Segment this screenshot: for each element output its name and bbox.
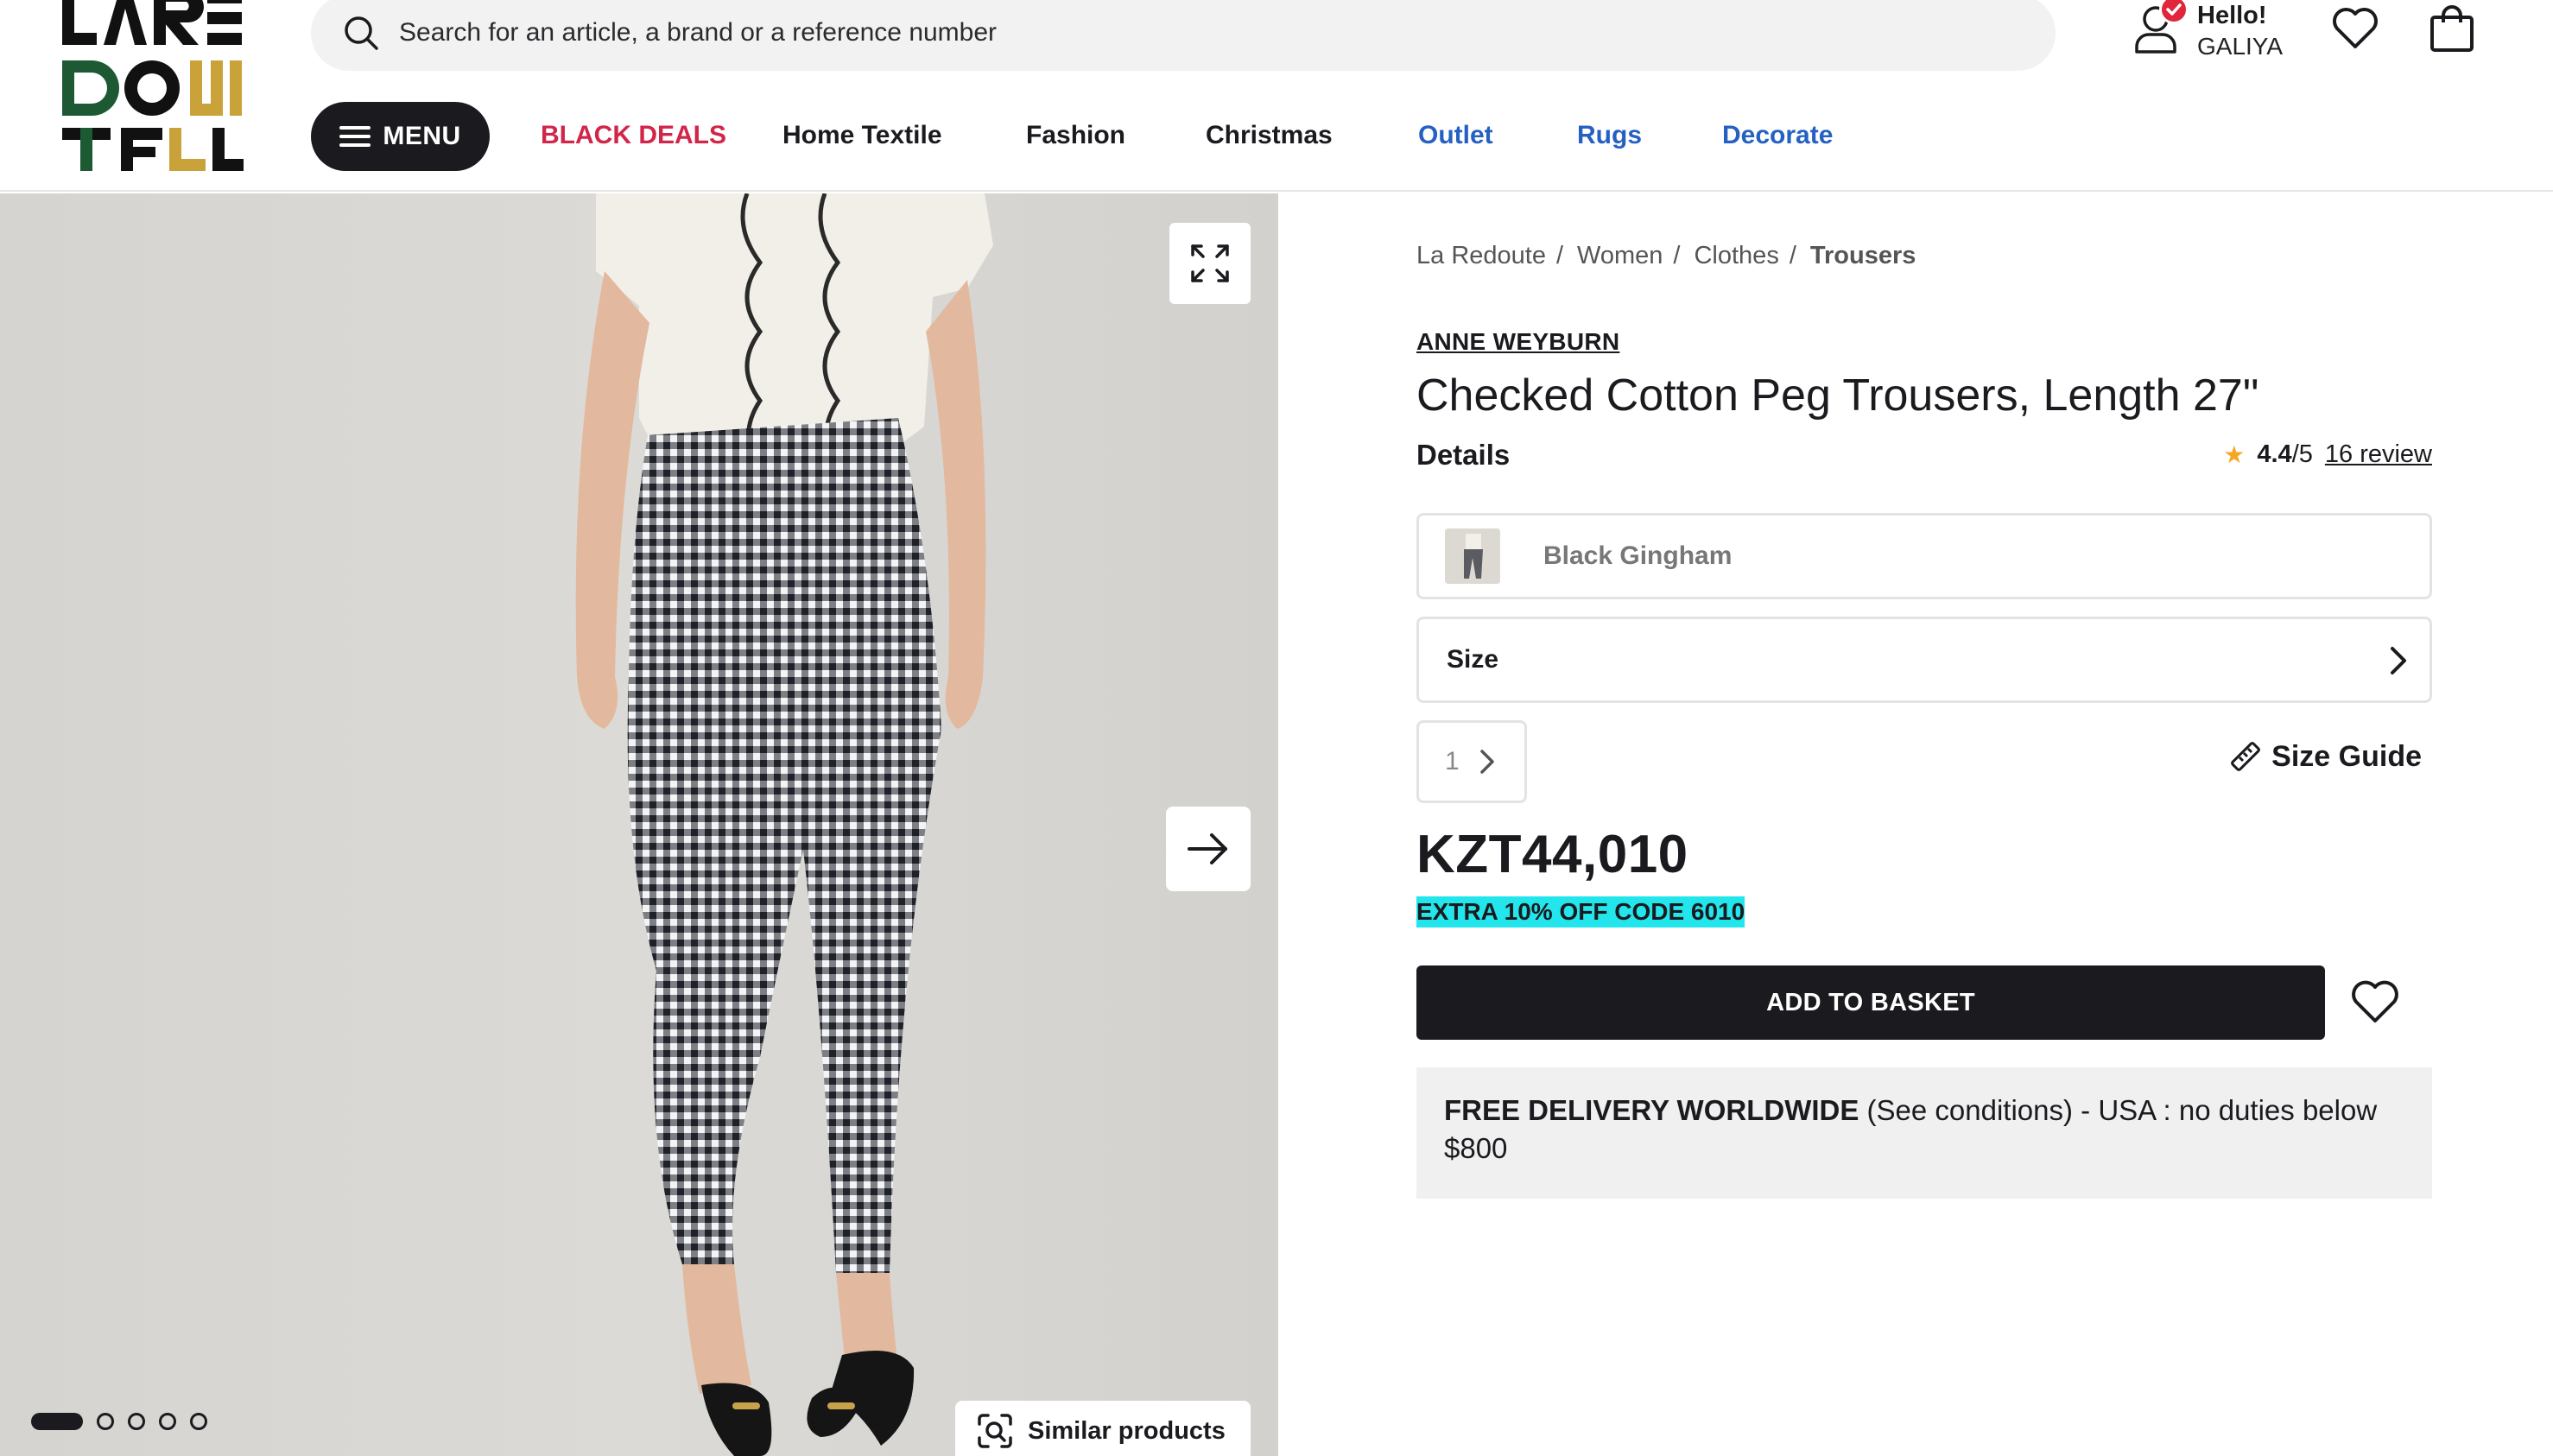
gallery-pagination <box>31 1411 221 1432</box>
search-icon <box>345 16 378 50</box>
arrow-right-icon <box>1188 833 1227 864</box>
rating-score: 4.4 <box>2257 440 2292 468</box>
visual-search-icon <box>978 1414 1012 1448</box>
next-image-button[interactable] <box>1166 807 1251 891</box>
menu-button[interactable]: MENU <box>311 102 490 171</box>
heart-icon[interactable] <box>2332 7 2379 50</box>
product-gallery[interactable]: Similar products <box>0 193 1278 1456</box>
search-bar[interactable] <box>311 0 2056 71</box>
shopping-bag-icon[interactable] <box>2429 5 2475 52</box>
check-badge-icon <box>2159 0 2189 24</box>
similar-products-label: Similar products <box>1028 1416 1226 1445</box>
pagination-dot-active[interactable] <box>31 1413 83 1430</box>
search-input[interactable] <box>399 18 1954 47</box>
expand-icon <box>1191 244 1229 282</box>
site-header: Hello! GALIYA MENU BLACK DEALS Home Text… <box>0 0 2553 192</box>
main-nav: MENU BLACK DEALS Home Textile Fashion Ch… <box>311 102 1833 171</box>
account-name: GALIYA <box>2197 33 2284 60</box>
product-price: KZT44,010 <box>1416 825 1688 884</box>
breadcrumb-current: Trousers <box>1809 242 1916 269</box>
pagination-dot[interactable] <box>190 1413 207 1430</box>
chevron-right-icon <box>2391 647 2406 674</box>
pagination-dot[interactable] <box>97 1413 114 1430</box>
delivery-headline: FREE DELIVERY WORLDWIDE <box>1444 1094 1859 1126</box>
breadcrumb-item[interactable]: La Redoute <box>1416 242 1546 270</box>
rating-scale: /5 <box>2291 440 2313 468</box>
ruler-icon <box>2231 742 2261 771</box>
la-redoute-logo[interactable] <box>59 0 244 171</box>
size-label: Size <box>1447 645 1499 674</box>
user-icon <box>2133 0 2189 55</box>
pagination-dot[interactable] <box>159 1413 176 1430</box>
color-selector[interactable]: Black Gingham <box>1416 513 2432 599</box>
breadcrumb-item[interactable]: Clothes <box>1694 242 1778 270</box>
nav-link-decorate[interactable]: Decorate <box>1722 121 1833 150</box>
product-title: Checked Cotton Peg Trousers, Length 27" <box>1416 370 2259 421</box>
size-guide-label: Size Guide <box>2271 739 2422 773</box>
delivery-info: FREE DELIVERY WORLDWIDE (See conditions)… <box>1416 1067 2432 1199</box>
account-greeting: Hello! <box>2197 2 2267 29</box>
breadcrumb: La Redoute / Women / Clothes / Trousers <box>1416 242 1916 270</box>
quantity-stepper[interactable]: 1 <box>1416 720 1527 803</box>
reviews-link[interactable]: 16 review <box>2325 440 2432 469</box>
star-icon: ★ <box>2223 441 2246 468</box>
nav-link-home-textile[interactable]: Home Textile <box>782 121 942 150</box>
add-to-basket-button[interactable]: ADD TO BASKET <box>1416 965 2325 1040</box>
product-photo <box>0 193 1278 1456</box>
fullscreen-button[interactable] <box>1169 223 1251 304</box>
nav-link-fashion[interactable]: Fashion <box>1026 121 1125 150</box>
color-swatch-thumbnail <box>1445 529 1500 584</box>
nav-link-rugs[interactable]: Rugs <box>1577 121 1642 150</box>
similar-products-button[interactable]: Similar products <box>955 1401 1251 1456</box>
size-guide-link[interactable]: Size Guide <box>2228 739 2422 774</box>
menu-label: MENU <box>383 122 461 150</box>
nav-link-outlet[interactable]: Outlet <box>1418 121 1493 150</box>
nav-link-christmas[interactable]: Christmas <box>1206 121 1333 150</box>
heart-icon[interactable] <box>2349 976 2401 1028</box>
chevron-right-icon <box>1479 750 1494 774</box>
size-selector[interactable]: Size <box>1416 617 2432 703</box>
pagination-dot[interactable] <box>128 1413 145 1430</box>
nav-link-black-deals[interactable]: BLACK DEALS <box>541 121 726 150</box>
account-menu[interactable]: Hello! GALIYA <box>2133 0 2283 69</box>
promo-code-banner: EXTRA 10% OFF CODE 6010 <box>1416 896 1745 927</box>
brand-link[interactable]: ANNE WEYBURN <box>1416 328 1619 356</box>
details-link[interactable]: Details <box>1416 439 1510 472</box>
breadcrumb-item[interactable]: Women <box>1577 242 1663 270</box>
quantity-value: 1 <box>1445 747 1460 775</box>
color-value: Black Gingham <box>1543 541 1733 570</box>
hamburger-icon <box>339 126 371 147</box>
product-rating[interactable]: ★ 4.4 /5 16 review <box>2223 440 2432 469</box>
